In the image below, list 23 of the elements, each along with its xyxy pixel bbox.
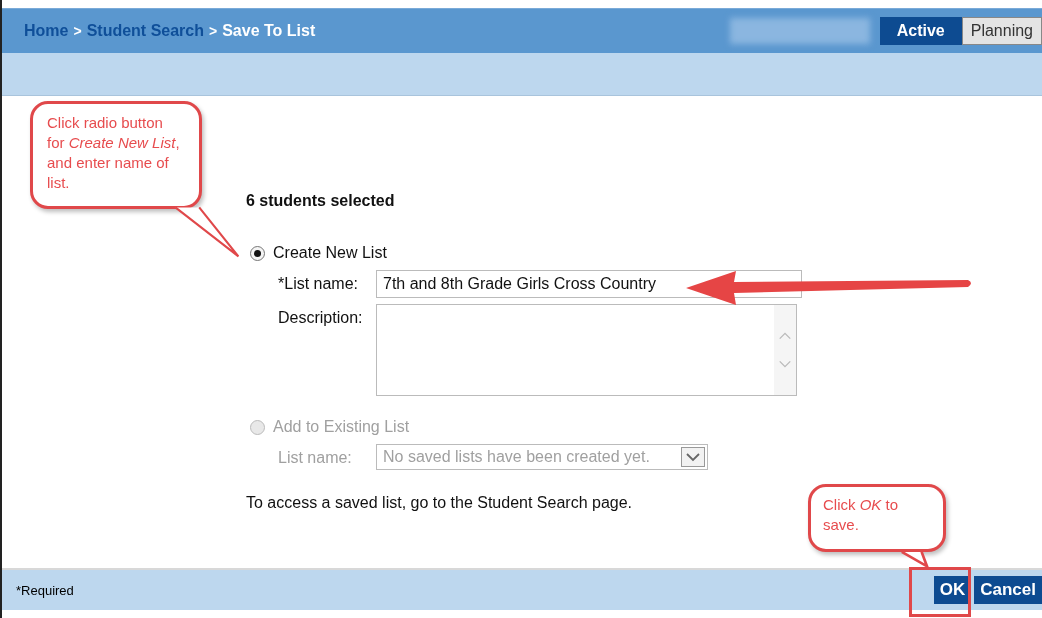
breadcrumb-separator: >	[73, 23, 82, 39]
callout: Click radio button for Create New List, and enter name of list.	[30, 101, 202, 209]
cancel-button[interactable]: Cancel	[974, 576, 1042, 604]
selection-count: 6 students selected	[246, 192, 396, 210]
highlight-rectangle	[909, 567, 971, 617]
mode-tab[interactable]: Active	[879, 17, 962, 45]
breadcrumb-separator: >	[209, 23, 218, 39]
radio-label: Add to Existing List	[273, 418, 410, 436]
dropdown-caret-icon[interactable]	[681, 447, 705, 467]
list-name-field[interactable]: 7th and 8th Grade Girls Cross Country	[376, 270, 802, 298]
scroll-down-icon[interactable]	[778, 359, 792, 369]
field-label: *List name:	[278, 274, 360, 293]
description-field[interactable]	[376, 304, 797, 396]
required-note: *Required	[16, 582, 74, 598]
radio-button[interactable]	[250, 245, 265, 261]
mode-tab[interactable]: Planning	[961, 17, 1042, 45]
radio-label: Create New List	[273, 244, 387, 262]
field-label: List name:	[278, 448, 353, 467]
info-text: To access a saved list, go to the Student Search page.	[246, 494, 632, 512]
current-page-title: Save To List	[222, 22, 316, 40]
scroll-up-icon[interactable]	[778, 331, 792, 341]
field-label: Description:	[278, 308, 364, 327]
callout: Click OK to save.	[808, 484, 946, 552]
